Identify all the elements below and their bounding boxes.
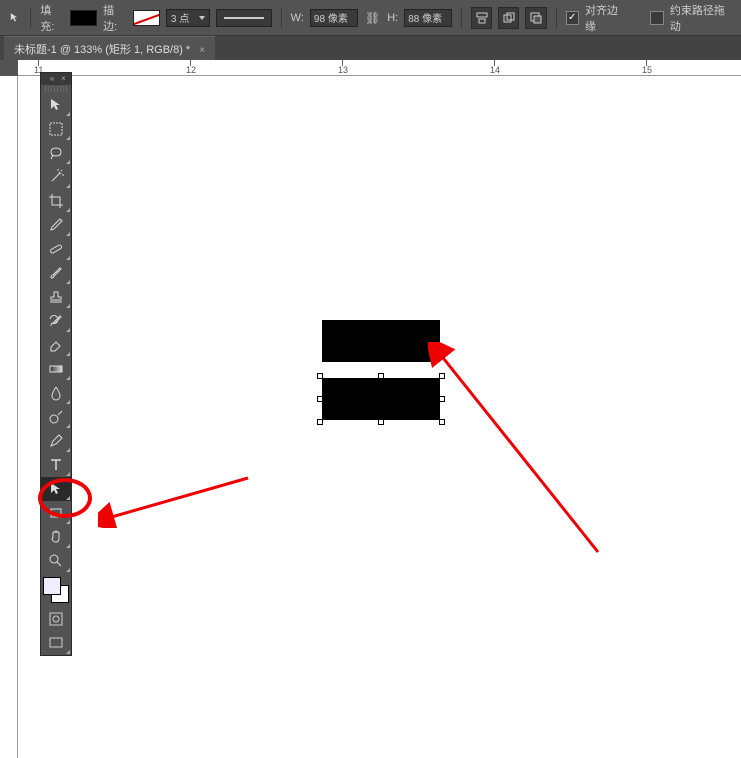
horizontal-ruler: 11 12 13 14 15 [18,60,741,76]
crop-tool[interactable] [41,189,71,213]
history-brush-tool[interactable] [41,309,71,333]
stroke-swatch[interactable] [133,10,160,26]
brush-tool[interactable] [41,261,71,285]
panel-grip[interactable] [45,86,67,92]
link-wh-icon[interactable]: ⛓ [364,11,381,25]
path-arrange-button[interactable] [498,7,519,29]
zoom-tool[interactable] [41,549,71,573]
hand-tool[interactable] [41,525,71,549]
align-edges-label: 对齐边缘 [585,2,627,34]
rectangle-shape-2-selected[interactable] [322,378,440,420]
healing-brush-tool[interactable] [41,237,71,261]
document-tab[interactable]: 未标题-1 @ 133% (矩形 1, RGB/8) * × [4,36,215,61]
width-field[interactable]: 98 像素 [310,9,358,27]
workspace [0,76,741,758]
foreground-color-swatch[interactable] [43,577,61,595]
eraser-tool[interactable] [41,333,71,357]
foreground-background-colors[interactable] [41,573,71,607]
width-label: W: [291,12,304,24]
rectangle-tool[interactable] [41,501,71,525]
path-selection-cursor-icon [8,11,21,25]
align-edges-checkbox[interactable] [566,11,579,25]
clone-stamp-tool[interactable] [41,285,71,309]
path-operations-button[interactable] [525,7,546,29]
blur-tool[interactable] [41,381,71,405]
document-tab-bar: 未标题-1 @ 133% (矩形 1, RGB/8) * × [0,36,741,60]
pen-tool[interactable] [41,429,71,453]
stroke-label: 描边: [103,2,127,34]
close-tab-icon[interactable]: × [199,45,205,56]
canvas[interactable] [18,76,741,758]
height-field[interactable]: 88 像素 [404,9,452,27]
collapse-icon[interactable]: « [50,75,58,83]
close-panel-icon[interactable]: × [61,75,69,83]
constrain-path-label: 约束路径拖动 [670,2,733,34]
dodge-tool[interactable] [41,405,71,429]
eyedropper-tool[interactable] [41,213,71,237]
lasso-tool[interactable] [41,141,71,165]
stroke-width-value: 3 点 [171,10,189,25]
tools-panel: « × [40,72,72,656]
path-align-button[interactable] [471,7,492,29]
type-tool[interactable] [41,453,71,477]
fill-swatch[interactable] [70,10,97,26]
options-bar: 填充: 描边: 3 点 W: 98 像素 ⛓ H: 88 像素 对齐边缘 约束路… [0,0,741,36]
constrain-path-checkbox[interactable] [650,11,663,25]
rectangle-shape-1[interactable] [322,320,440,362]
stroke-width-dropdown[interactable]: 3 点 [166,9,210,27]
screen-mode-tool[interactable] [41,631,71,655]
marquee-tool[interactable] [41,117,71,141]
gradient-tool[interactable] [41,357,71,381]
tools-panel-header[interactable]: « × [41,73,71,85]
stroke-style-dropdown[interactable] [216,9,271,27]
fill-label: 填充: [40,2,64,34]
quick-mask-tool[interactable] [41,607,71,631]
vertical-ruler [0,76,18,758]
document-tab-title: 未标题-1 @ 133% (矩形 1, RGB/8) * [14,44,190,56]
path-selection-tool[interactable] [41,477,71,501]
height-label: H: [387,12,398,24]
magic-wand-tool[interactable] [41,165,71,189]
move-tool[interactable] [41,93,71,117]
